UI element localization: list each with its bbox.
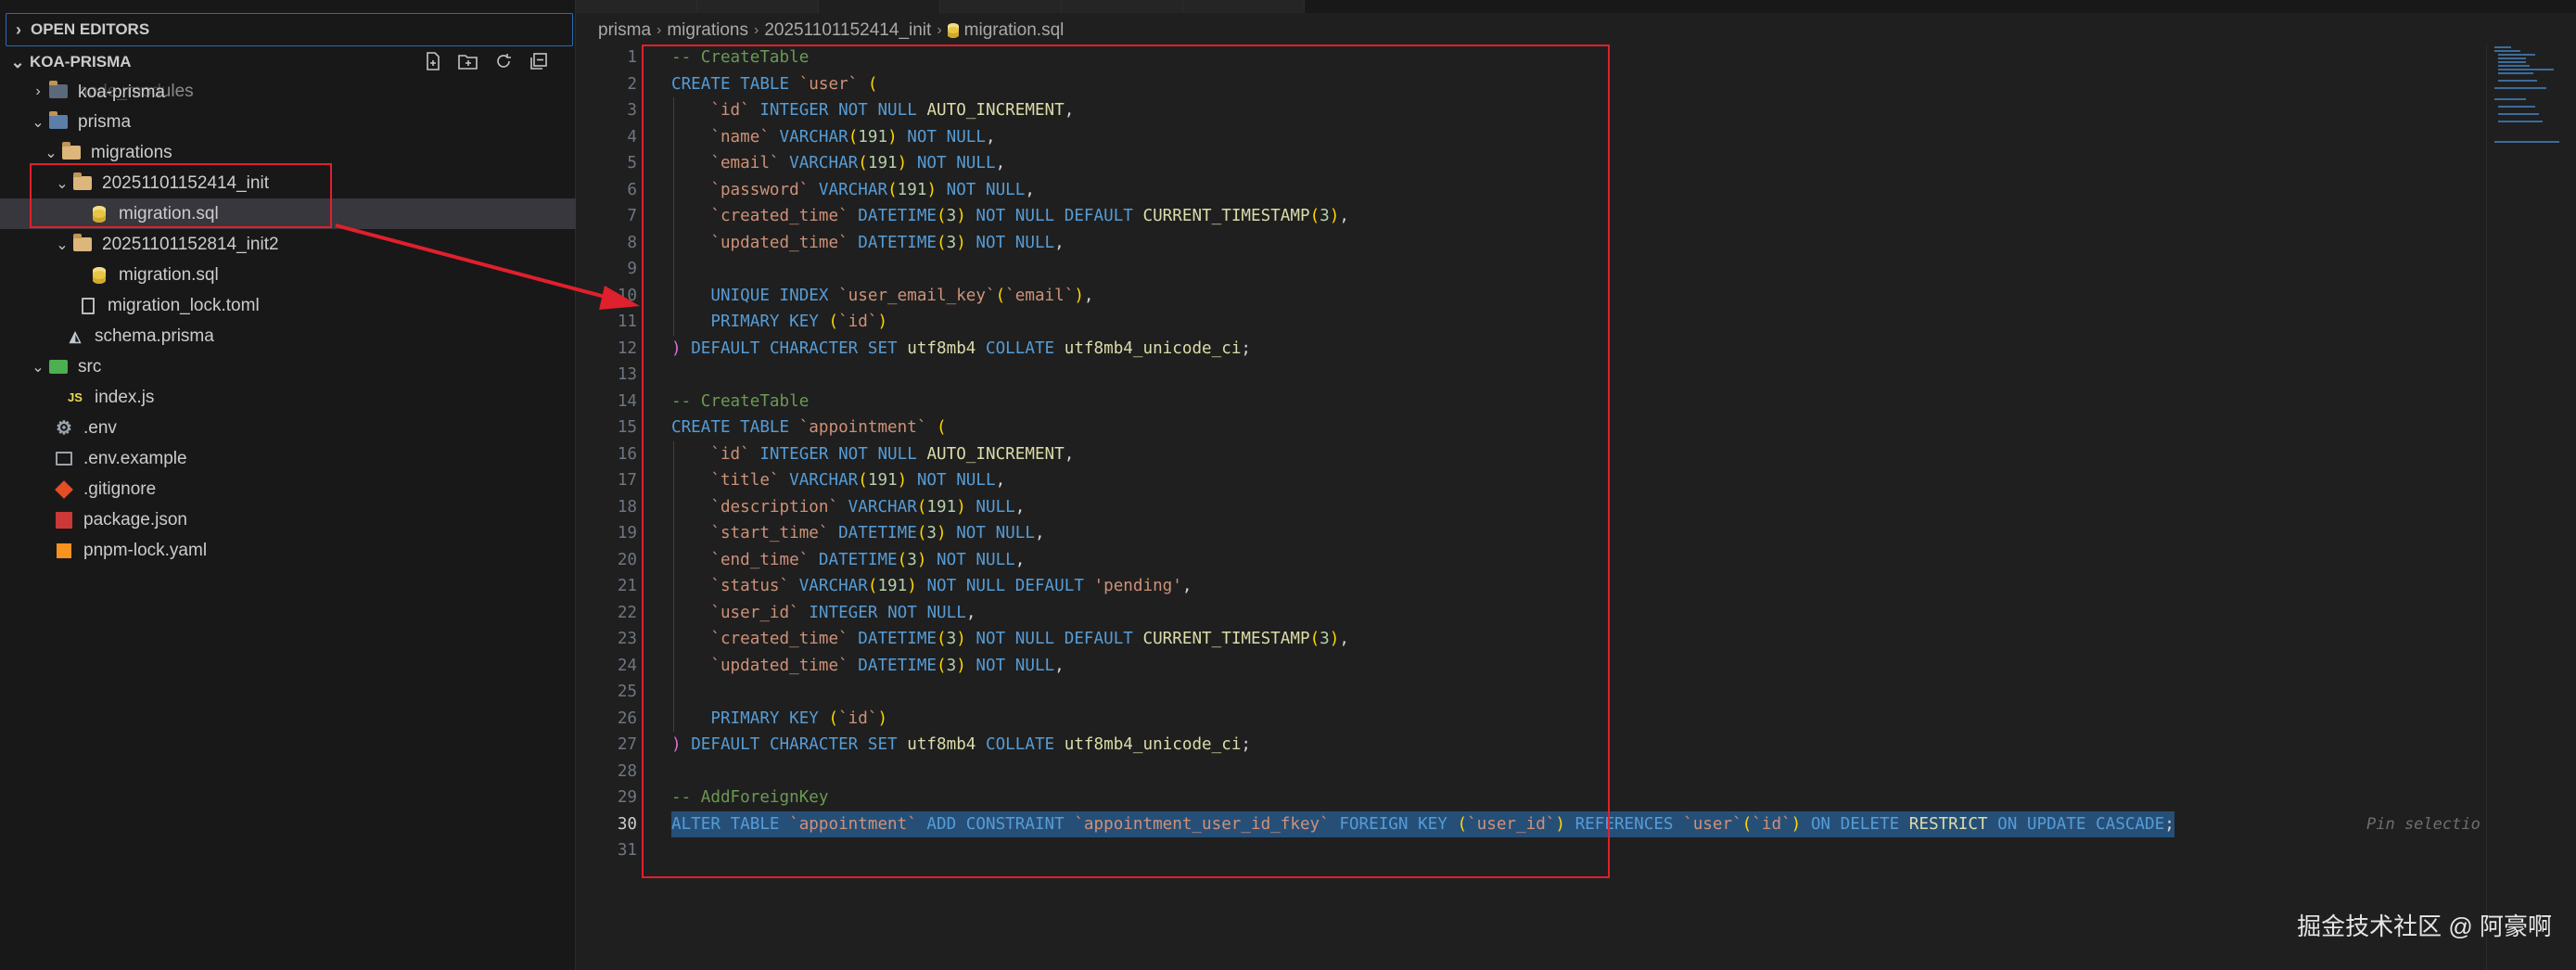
chevron-right-icon: › [754, 22, 759, 38]
minimap-line [2494, 87, 2546, 89]
line-number: 12 [617, 338, 637, 358]
minimap-line [2498, 80, 2537, 82]
minimap-line [2498, 54, 2535, 56]
line-number: 27 [617, 735, 637, 754]
tree-item-index-js[interactable]: JS index.js [0, 382, 640, 413]
breadcrumb-item[interactable]: migration.sql [964, 20, 1065, 41]
minimap-line [2494, 141, 2559, 143]
line-number: 29 [617, 788, 637, 807]
minimap-line [2498, 69, 2554, 70]
breadcrumb: prisma › migrations › 20251101152414_ini… [598, 17, 1064, 45]
terminal-icon [54, 449, 74, 469]
tree-item-label: index.js [95, 387, 155, 407]
watermark: 掘金技术社区 @ 阿豪啊 [2297, 913, 2552, 940]
tree-item-gitignore[interactable]: .gitignore [0, 474, 629, 504]
line-number: 17 [617, 471, 637, 490]
line-number: 19 [617, 524, 637, 542]
minimap-line [2498, 65, 2530, 67]
tab-active[interactable] [819, 0, 940, 13]
npm-icon [54, 510, 74, 530]
minimap-line [2498, 61, 2526, 63]
tab[interactable] [697, 0, 819, 13]
minimap-line [2498, 72, 2533, 74]
line-number: 22 [617, 603, 637, 622]
chevron-right-icon: › [937, 22, 942, 38]
annotation-box-code [642, 45, 1610, 878]
tab[interactable] [940, 0, 1062, 13]
line-number: 26 [617, 708, 637, 728]
line-number: 25 [617, 683, 637, 701]
breadcrumb-item[interactable]: 20251101152414_init [764, 20, 931, 41]
tree-item-package-json[interactable]: package.json [0, 504, 629, 535]
line-number: 18 [617, 497, 637, 517]
tree-item-label: pnpm-lock.yaml [83, 540, 208, 560]
minimap-line [2498, 121, 2543, 122]
tree-item-pnpm-lock[interactable]: pnpm-lock.yaml [0, 535, 629, 566]
minimap-line [2498, 57, 2526, 59]
yaml-icon [54, 541, 74, 561]
minimap-line [2494, 46, 2511, 48]
line-number: 16 [617, 444, 637, 464]
minimap-line [2498, 106, 2535, 108]
tree-item-label: .env [83, 417, 117, 438]
gear-icon: ⚙ [56, 418, 72, 439]
minimap-line [2498, 113, 2539, 115]
tab-bar [576, 0, 2576, 13]
minimap[interactable] [2486, 45, 2566, 970]
tab[interactable] [1062, 0, 1183, 13]
tree-item-label: .env.example [83, 448, 187, 468]
line-number: 15 [617, 418, 637, 437]
line-number: 30 [617, 814, 637, 834]
chevron-down-icon: ⌄ [32, 359, 45, 376]
editor-pane: prisma › migrations › 20251101152414_ini… [576, 0, 2576, 970]
minimap-line [2494, 98, 2526, 100]
javascript-icon: JS [68, 390, 83, 404]
tab[interactable] [1183, 0, 1305, 13]
annotation-arrow [335, 223, 640, 310]
minimap-line [2494, 50, 2520, 52]
tree-item-label: src [78, 356, 102, 377]
line-number: 14 [617, 391, 637, 411]
tree-item-env-example[interactable]: .env.example [0, 443, 629, 474]
tree-item-label: .gitignore [83, 479, 157, 499]
line-number: 21 [617, 577, 637, 595]
tree-item-src[interactable]: ⌄ src [0, 351, 603, 382]
tree-item-env[interactable]: ⚙ .env [0, 413, 629, 443]
line-number: 23 [617, 630, 637, 648]
src-folder-icon [48, 357, 69, 377]
line-number: 20 [617, 550, 637, 569]
inline-hint: Pin selectio [2366, 814, 2480, 834]
breadcrumb-item[interactable]: migrations [667, 20, 748, 41]
line-number: 31 [617, 841, 637, 860]
line-number: 13 [617, 365, 637, 384]
line-number: 28 [617, 761, 637, 781]
line-number: 24 [617, 656, 637, 675]
tree-item-label: package.json [83, 509, 187, 530]
git-icon [54, 479, 74, 500]
database-icon [947, 23, 959, 38]
